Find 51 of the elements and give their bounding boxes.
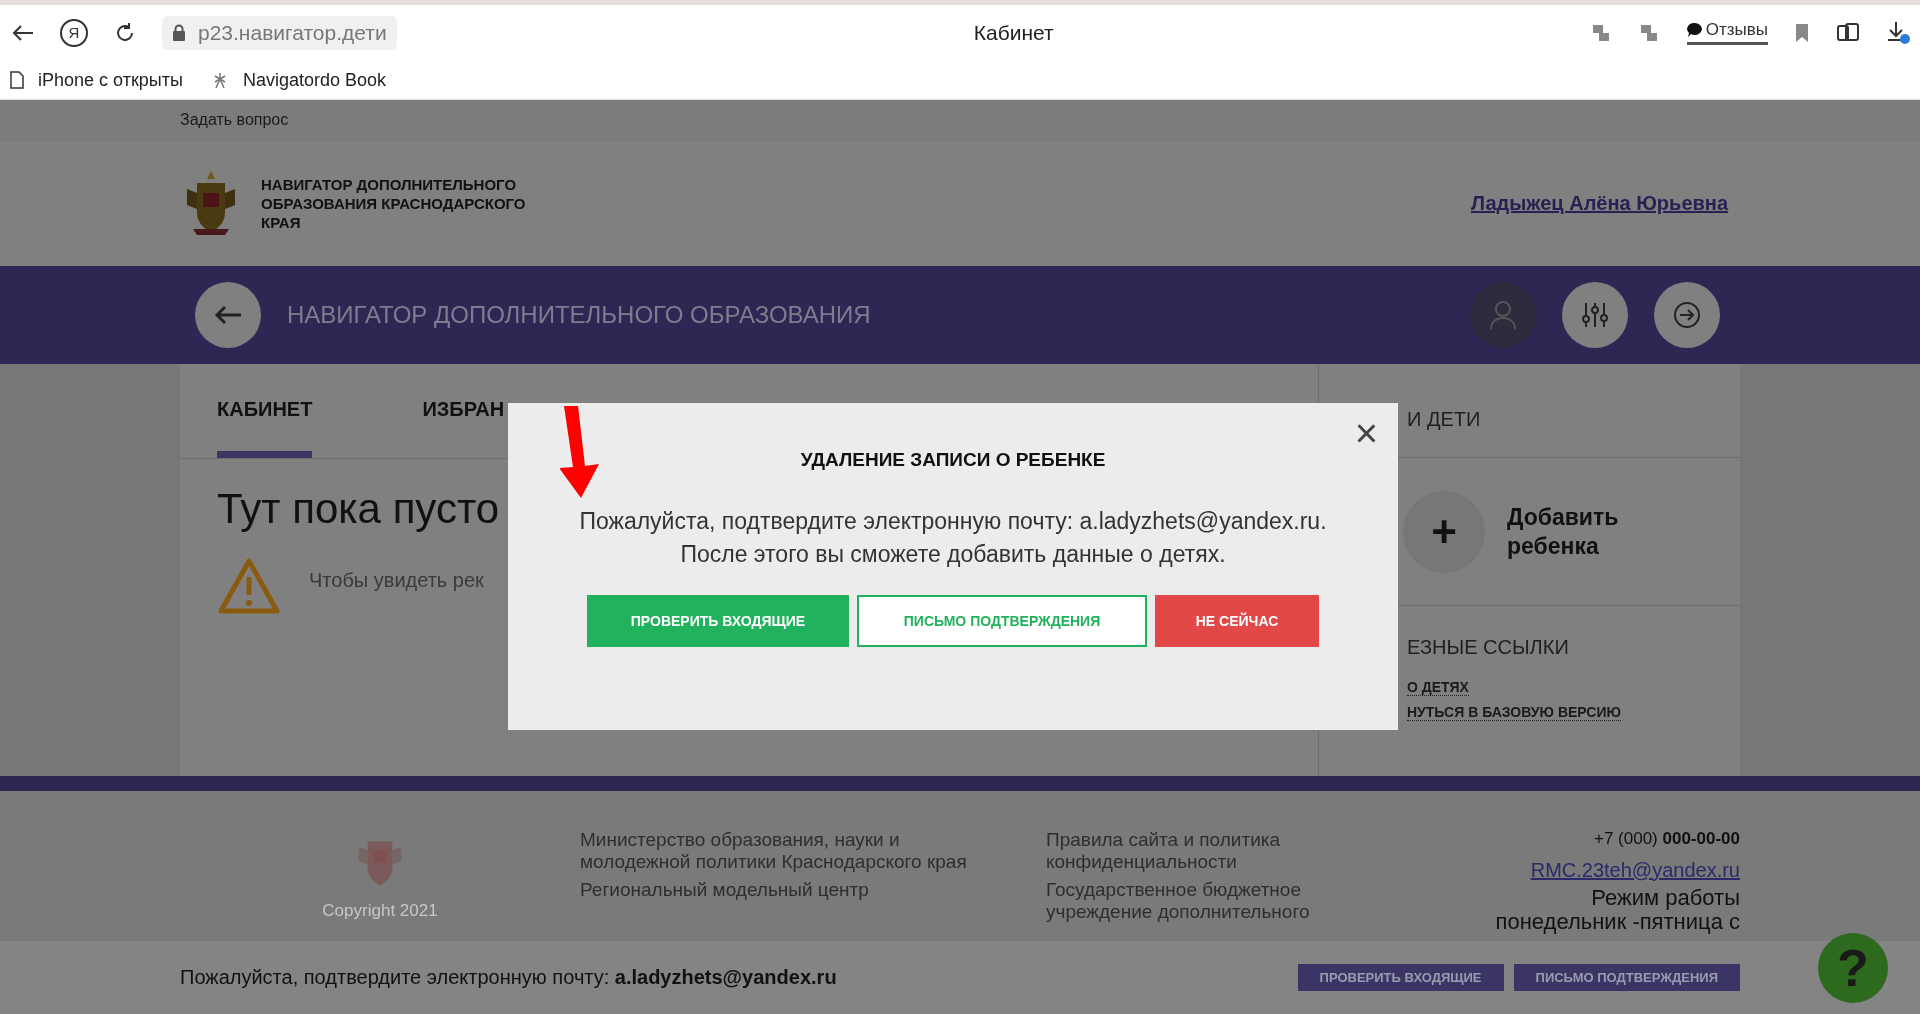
close-button[interactable]: ×: [1348, 411, 1384, 455]
copyright-text: Copyright 2021: [322, 901, 438, 921]
bar-button[interactable]: ПРОВЕРИТЬ ВХОДЯЩИЕ: [1297, 964, 1504, 991]
footer-text: Региональный модельный центр: [580, 879, 870, 901]
nav-title: НАВИГАТОР ДОПОЛНИТЕЛЬНОГО ОБРАЗОВАНИЯ: [287, 301, 871, 329]
footer-text: Правила сайта и политика конфиденциальности: [1046, 829, 1282, 873]
phone-number: +7 (000) 000-00-00: [1593, 829, 1740, 849]
useful-link[interactable]: О ДЕТЯХ: [1407, 679, 1469, 696]
working-hours-text: понедельник -пятница с: [1495, 910, 1740, 934]
dialog-message: Пожалуйста, подтвердите электронную почту: a.ladyzhets@yandex.ru. После этого вы сможете добавить данные о детях.: [578, 507, 1328, 569]
panels-icon[interactable]: [1836, 21, 1860, 44]
speech-bubble-icon: [1686, 22, 1703, 38]
add-child-button[interactable]: +: [1403, 490, 1485, 573]
add-child-label[interactable]: Добавить ребенка: [1507, 502, 1637, 561]
back-arrow-icon: [214, 305, 242, 325]
organization-title: НАВИГАТОР ДОПОЛНИТЕЛЬНОГО ОБРАЗОВАНИЯ КРАСНОДАРСКОГО КРАЯ: [261, 175, 527, 232]
useful-link[interactable]: НУТЬСЯ В БАЗОВУЮ ВЕРСИЮ: [1407, 704, 1621, 721]
empty-heading: Тут пока пусто: [217, 485, 500, 533]
back-icon[interactable]: [12, 23, 34, 42]
sliders-icon: [1581, 301, 1609, 329]
bar-button[interactable]: ПИСЬМО ПОДТВЕРЖДЕНИЯ: [1513, 964, 1740, 991]
dialog-button[interactable]: НЕ СЕЙЧАС: [1155, 595, 1319, 647]
lock-icon: [172, 23, 186, 42]
bookmark-item[interactable]: Navigatordo Book: [210, 69, 386, 91]
browser-logo[interactable]: Я: [60, 18, 88, 47]
page-title: Кабинет: [972, 20, 1055, 45]
email-link[interactable]: RMC.23teh@yandex.ru: [1530, 859, 1740, 882]
footer-text: Государственное бюджетное учреждение дополнительного: [1046, 879, 1311, 923]
section-heading: ЕЗНЫЕ ССЫЛКИ: [1407, 636, 1570, 659]
tab[interactable]: КАБИНЕТ: [217, 398, 313, 458]
dialog-title: УДАЛЕНИЕ ЗАПИСИ О РЕБЕНКЕ: [800, 449, 1106, 471]
bookmark-item[interactable]: iPhone с открыты: [10, 69, 183, 91]
ask-question-link[interactable]: Задать вопрос: [180, 111, 289, 128]
confirm-email-message: Пожалуйста, подтвердите электронную почту: a.ladyzhets@yandex.ru: [180, 966, 837, 989]
reload-icon[interactable]: [114, 21, 136, 44]
address-bar[interactable]: p23.навигатор.дети: [162, 15, 397, 50]
section-heading: И ДЕТИ: [1407, 408, 1481, 431]
reviews-button[interactable]: Отзывы: [1686, 20, 1768, 45]
bookmark-icon[interactable]: [1794, 22, 1810, 43]
working-hours-text: Режим работы: [1591, 886, 1740, 910]
notice-text: Чтобы увидеть рек: [309, 569, 484, 593]
user-name-link[interactable]: Ладыжец Алёна Юрьевна: [1470, 192, 1728, 215]
warning-icon: [217, 557, 281, 615]
user-icon: [1489, 300, 1517, 330]
tab[interactable]: ИЗБРАН: [422, 398, 505, 458]
page-icon: [10, 71, 24, 89]
footer-text: Министерство образования, науки и молодежной политики Краснодарского края: [580, 829, 968, 873]
dialog-button[interactable]: ПРОВЕРИТЬ ВХОДЯЩИЕ: [587, 595, 849, 647]
arrow-circle-icon: [1672, 300, 1702, 330]
dialog-button[interactable]: ПИСЬМО ПОДТВЕРЖДЕНИЯ: [857, 595, 1147, 647]
download-icon[interactable]: [1886, 19, 1910, 46]
